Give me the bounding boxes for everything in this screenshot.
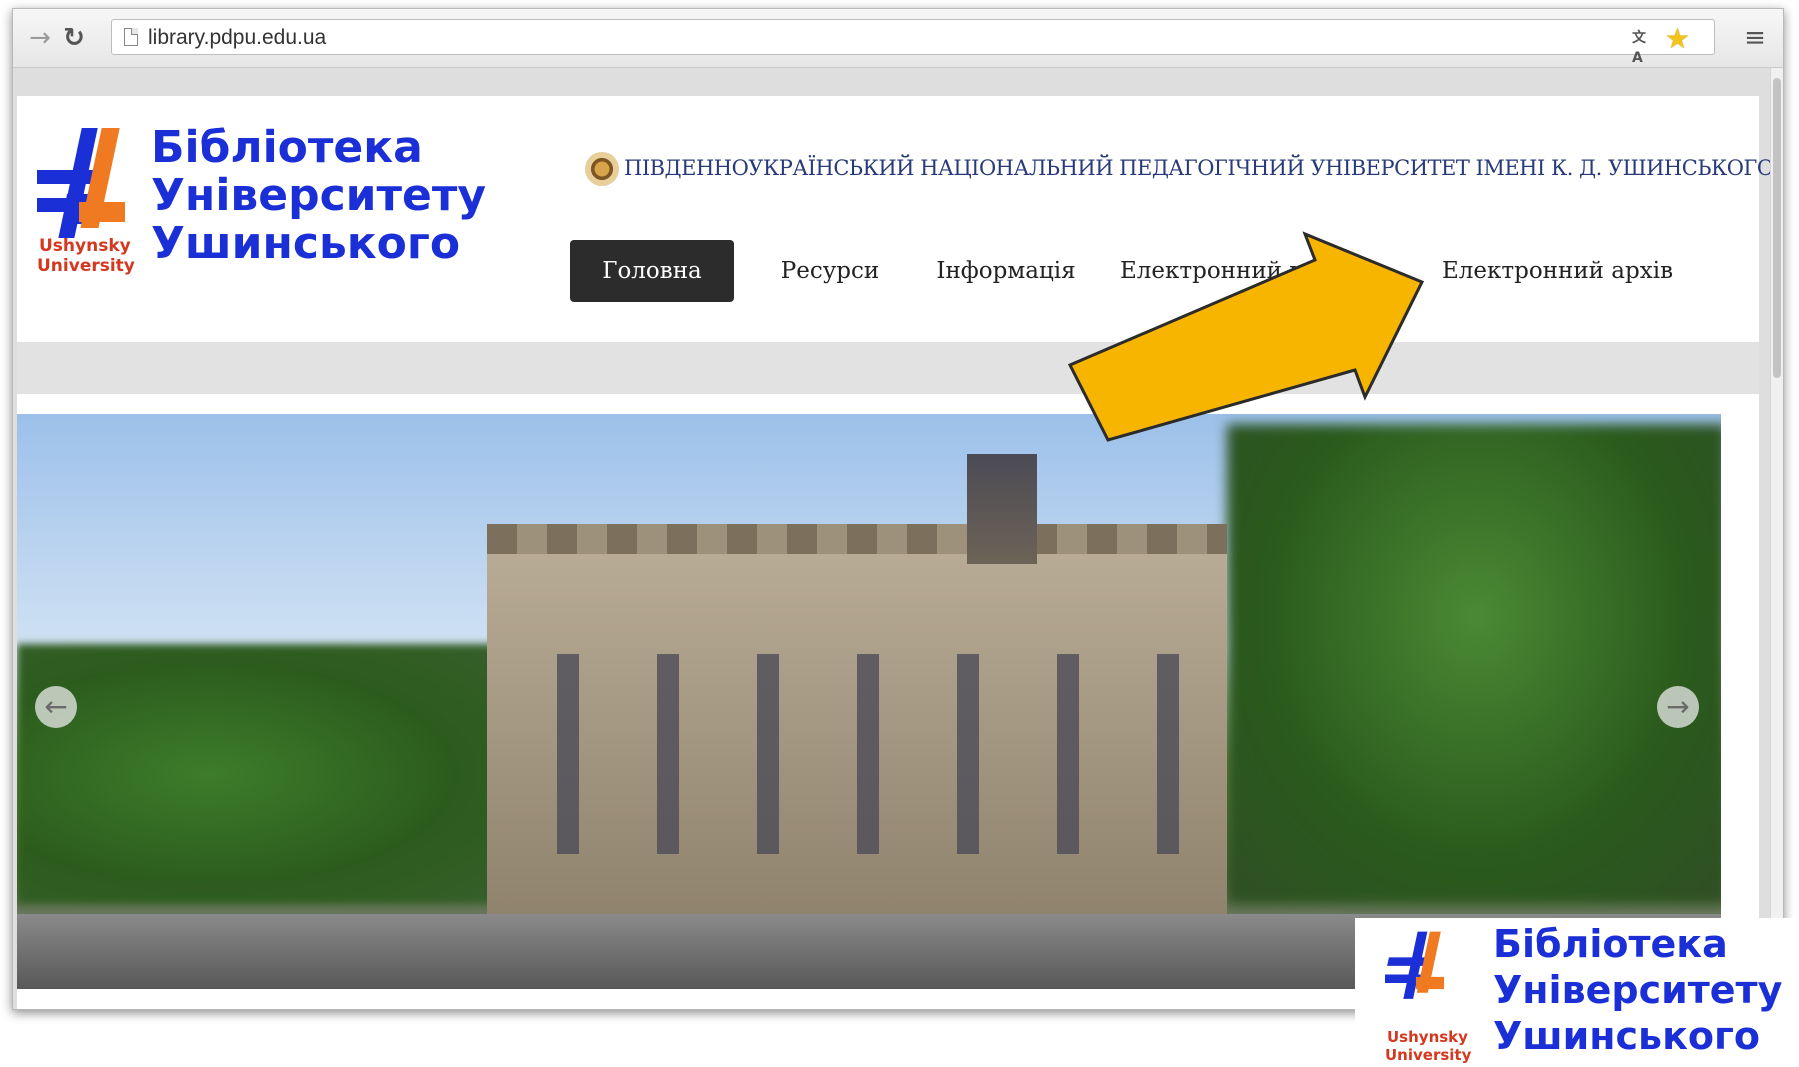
hamburger-menu-icon[interactable]: ≡ — [1743, 23, 1767, 53]
forward-icon[interactable]: → — [25, 23, 55, 53]
slide-image-tower — [967, 454, 1037, 564]
arrow-left-circle-icon[interactable]: ← — [35, 686, 77, 728]
arrow-right-circle-icon[interactable]: → — [1657, 686, 1699, 728]
slide-image-trees-left — [17, 644, 497, 904]
menu-item-information[interactable]: Інформація — [926, 240, 1086, 302]
url-text: library.pdpu.edu.ua — [148, 26, 327, 49]
corner-logo-sub-university: University — [1385, 1046, 1472, 1064]
image-slider[interactable]: ← → — [17, 414, 1721, 989]
browser-window: → ↻ library.pdpu.edu.ua 文A ★ ≡ Ushynsky — [12, 8, 1784, 1010]
menu-item-home[interactable]: Головна — [570, 240, 734, 302]
reload-icon[interactable]: ↻ — [59, 23, 89, 53]
translate-icon[interactable]: 文A — [1632, 28, 1654, 66]
corner-logo-line-3: Ушинського — [1493, 1014, 1760, 1058]
star-icon[interactable]: ★ — [1665, 22, 1690, 55]
corner-logo-line-2: Університету — [1493, 968, 1783, 1012]
browser-toolbar: → ↻ library.pdpu.edu.ua 文A ★ ≡ — [13, 9, 1783, 68]
logo-sub-university: University — [37, 256, 135, 276]
menu-item-electronic-archive[interactable]: Електронний архів — [1442, 240, 1673, 302]
corner-logo-sub-ushynsky: Ushynsky — [1387, 1028, 1468, 1046]
university-seal-icon — [585, 152, 619, 186]
slide-image-windows — [517, 654, 1207, 854]
corner-logo-hash-icon — [1385, 931, 1445, 999]
corner-logo: Ushynsky University Бібліотека Університ… — [1355, 918, 1799, 1067]
page-icon — [124, 28, 138, 46]
logo-line-2: Університету — [151, 170, 487, 221]
university-title[interactable]: ПІВДЕННОУКРАЇНСЬКИЙ НАЦІОНАЛЬНИЙ ПЕДАГОГ… — [624, 156, 1774, 180]
site-header: Ushynsky University Бібліотека Університ… — [17, 96, 1774, 342]
corner-logo-line-1: Бібліотека — [1493, 922, 1728, 966]
vertical-scrollbar[interactable] — [1770, 68, 1783, 1009]
header-divider-band — [17, 342, 1759, 394]
logo-line-3: Ушинського — [151, 218, 461, 269]
menu-item-resources[interactable]: Ресурси — [766, 240, 894, 302]
page-viewport: Ushynsky University Бібліотека Університ… — [13, 68, 1774, 1009]
menu-item-electronic-catalog[interactable]: Електронний ката — [1120, 240, 1344, 302]
logo-sub-ushynsky: Ushynsky — [39, 236, 131, 256]
address-bar[interactable]: library.pdpu.edu.ua 文A ★ — [111, 19, 1715, 66]
slider-frame: ← → — [17, 394, 1759, 1009]
scrollbar-thumb[interactable] — [1773, 78, 1781, 378]
slide-image-trees-right — [1227, 424, 1721, 904]
logo-line-1: Бібліотека — [151, 122, 423, 173]
